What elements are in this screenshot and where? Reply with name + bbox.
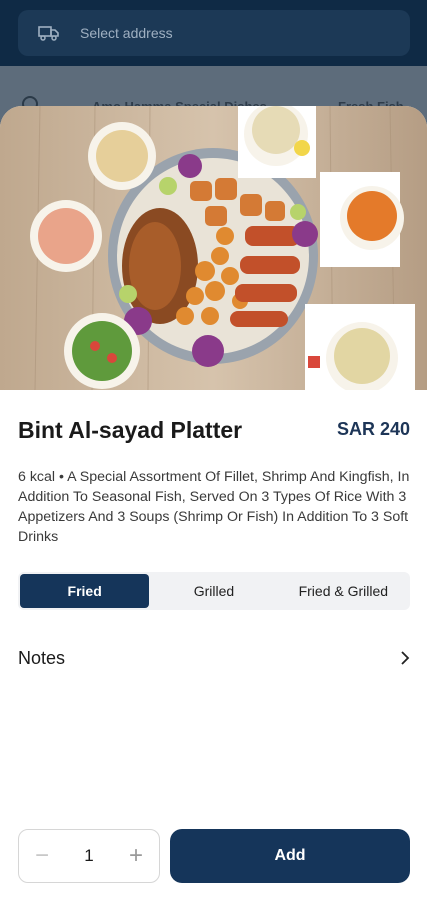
add-to-cart-button[interactable]: Add — [170, 829, 410, 883]
notes-label: Notes — [18, 647, 66, 668]
decrease-quantity-button[interactable]: − — [31, 842, 53, 869]
cooking-option-selector: Fried Grilled Fried & Grilled — [18, 572, 410, 610]
address-selector[interactable]: Select address — [18, 10, 410, 56]
product-image — [0, 106, 427, 390]
product-price: SAR 240 — [336, 419, 410, 439]
quantity-stepper: − 1 + — [18, 829, 160, 883]
option-grilled[interactable]: Grilled — [149, 574, 278, 608]
increase-quantity-button[interactable]: + — [125, 842, 147, 869]
notes-row[interactable]: Notes — [18, 644, 410, 672]
chevron-right-icon — [401, 651, 410, 665]
app-header: Select address — [0, 0, 427, 66]
delivery-truck-icon — [38, 26, 59, 41]
product-title: Bint Al-sayad Platter — [18, 417, 243, 443]
option-fried-grilled[interactable]: Fried & Grilled — [279, 574, 408, 608]
option-fried[interactable]: Fried — [20, 574, 150, 608]
quantity-value: 1 — [84, 846, 94, 865]
product-description: 6 kcal • A Special Assortment Of Fillet,… — [18, 469, 410, 545]
address-placeholder: Select address — [80, 25, 173, 41]
product-detail-sheet: Bint Al-sayad Platter SAR 240 6 kcal • A… — [0, 106, 427, 900]
